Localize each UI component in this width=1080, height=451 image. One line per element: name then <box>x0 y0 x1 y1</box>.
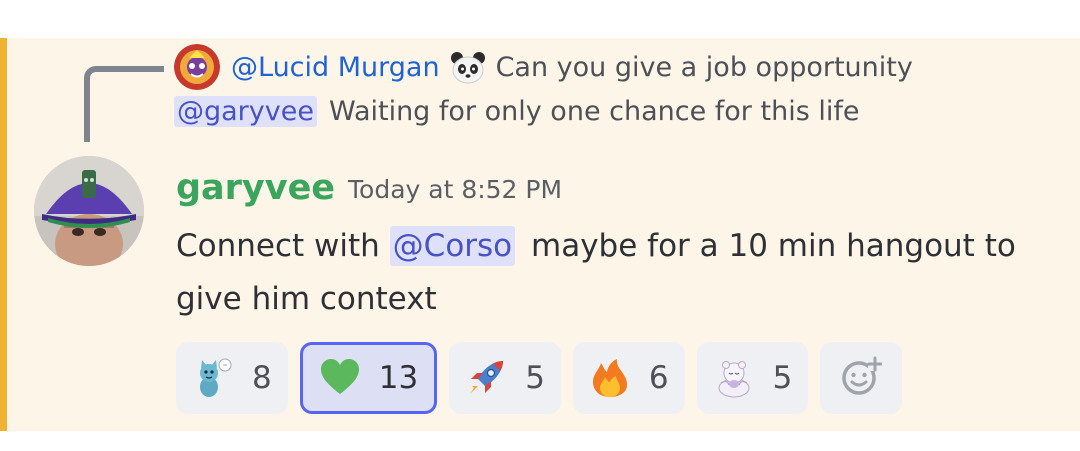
message-text-prefix: Connect with <box>176 228 380 264</box>
reply-preview-line1[interactable]: @Lucid Murgan Can you give a job opportu… <box>231 49 913 87</box>
green-heart-icon <box>319 357 361 399</box>
panda-icon <box>450 50 486 86</box>
add-reaction-button[interactable] <box>820 342 903 414</box>
reaction-count: 5 <box>772 360 793 396</box>
reaction-count: 8 <box>252 360 272 396</box>
meditating-bear-icon <box>713 357 755 399</box>
reply-mention[interactable]: @garyvee <box>174 96 317 127</box>
reaction-count: 5 <box>525 360 545 396</box>
reaction-green-heart[interactable]: 13 <box>299 342 438 414</box>
reply-avatar[interactable] <box>174 44 220 90</box>
reply-spine <box>84 66 164 142</box>
message-content: Connect with @Corso maybe for a 10 min h… <box>176 220 1056 326</box>
reply-text-line2: Waiting for only one chance for this lif… <box>328 96 860 127</box>
message-mention[interactable]: @Corso <box>389 226 516 266</box>
message-timestamp[interactable]: Today at 8:52 PM <box>348 172 562 208</box>
reply-text-line1: Can you give a job opportunity <box>495 52 913 83</box>
reaction-count: 6 <box>648 360 669 396</box>
reaction-cat-sticker[interactable]: 8 <box>176 342 288 414</box>
reactions-bar: 8 13 5 6 5 <box>176 342 903 414</box>
fire-icon <box>589 357 631 399</box>
mention-highlight-bar <box>0 38 7 431</box>
add-reaction-icon <box>840 355 883 401</box>
author-avatar[interactable] <box>34 156 144 266</box>
reaction-rocket[interactable]: 5 <box>449 342 561 414</box>
reaction-fire[interactable]: 6 <box>572 342 685 414</box>
message-row[interactable]: @Lucid Murgan Can you give a job opportu… <box>0 38 1080 431</box>
cat-sticker-icon <box>192 357 234 399</box>
reply-preview-line2[interactable]: @garyvee Waiting for only one chance for … <box>174 92 859 132</box>
reaction-count: 13 <box>378 360 419 396</box>
reply-author[interactable]: @Lucid Murgan <box>231 49 440 87</box>
message-author[interactable]: garyvee <box>176 166 335 210</box>
rocket-icon <box>465 357 507 399</box>
reaction-meditating-bear[interactable]: 5 <box>696 342 809 414</box>
